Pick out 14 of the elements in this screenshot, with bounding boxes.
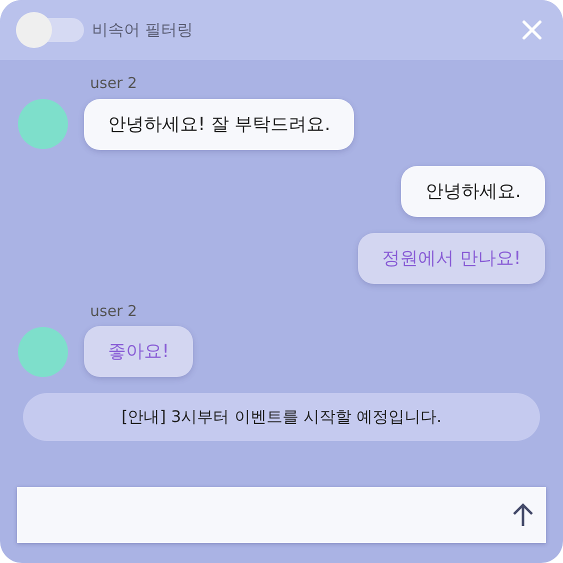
- avatar: [18, 326, 68, 376]
- filter-toggle[interactable]: [16, 12, 84, 48]
- arrow-up-icon[interactable]: [512, 502, 534, 528]
- message-bubble: 안녕하세요! 잘 부탁드려요.: [84, 98, 354, 150]
- avatar: [18, 99, 68, 149]
- close-icon[interactable]: [521, 19, 543, 41]
- notice-banner: [안내] 3시부터 이벤트를 시작할 예정입니다.: [23, 393, 540, 441]
- sender-name: user 2: [90, 73, 138, 94]
- message-bubble: 안녕하세요.: [401, 166, 545, 216]
- message-input[interactable]: [17, 487, 546, 543]
- message-bubble: 좋아요!: [84, 326, 194, 377]
- sender-name: user 2: [90, 300, 138, 322]
- message-bubble: 정원에서 만나요!: [358, 232, 545, 284]
- filter-label: 비속어 필터링: [92, 19, 194, 41]
